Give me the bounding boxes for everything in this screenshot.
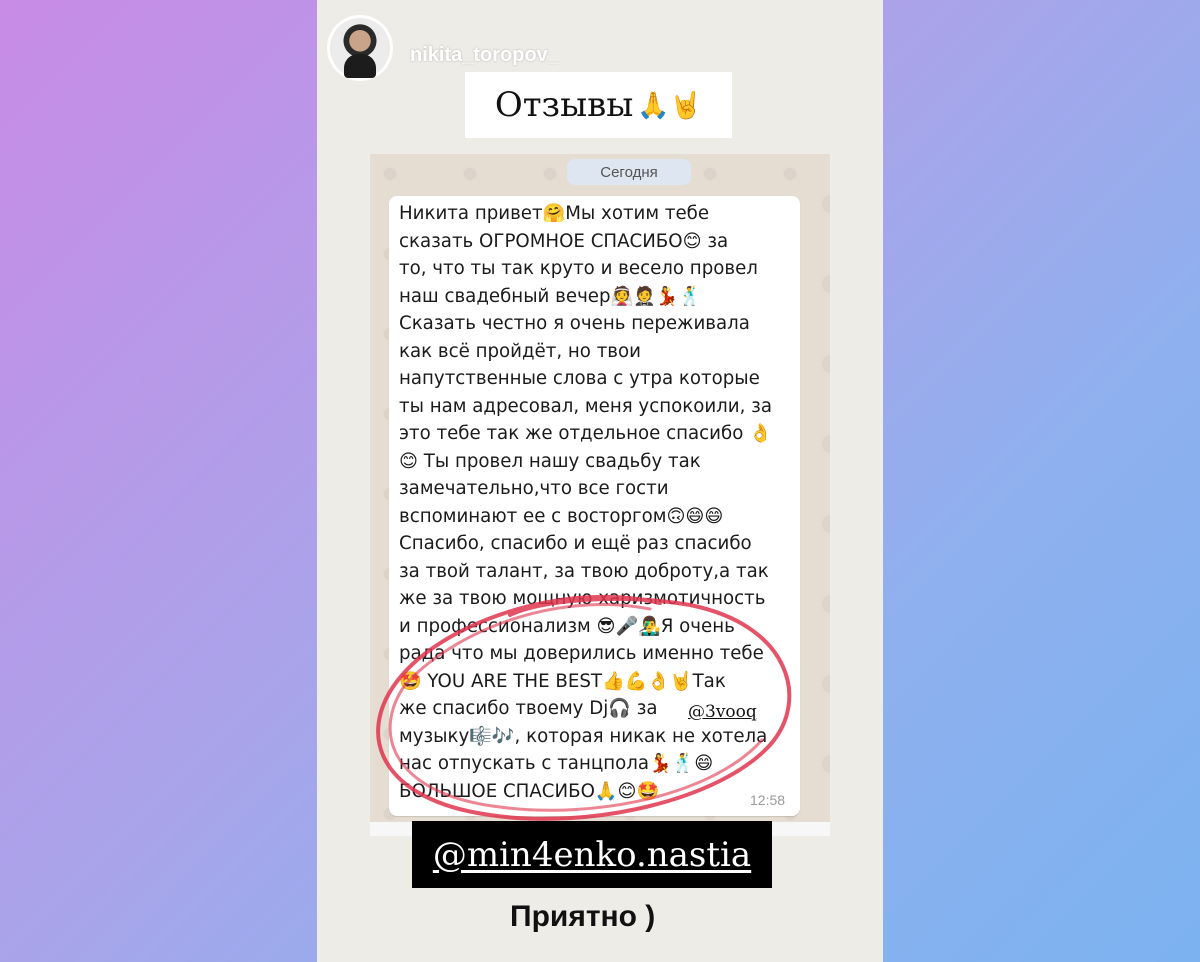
- avatar[interactable]: [330, 18, 390, 78]
- date-label: Сегодня: [567, 159, 691, 185]
- mention-text[interactable]: @min4enko.nastia: [433, 835, 751, 875]
- username[interactable]: nikita_toropov_: [410, 44, 559, 67]
- title-text: Отзывы: [494, 85, 634, 125]
- caption-text: Приятно ): [510, 900, 656, 933]
- inline-mention-sticker[interactable]: @3vooq: [686, 702, 759, 722]
- mention-sticker[interactable]: @min4enko.nastia: [412, 821, 772, 888]
- title-emoji: 🙏🤘: [637, 89, 703, 120]
- message-time: 12:58: [750, 792, 786, 808]
- title-sticker: Отзывы 🙏🤘: [465, 72, 732, 138]
